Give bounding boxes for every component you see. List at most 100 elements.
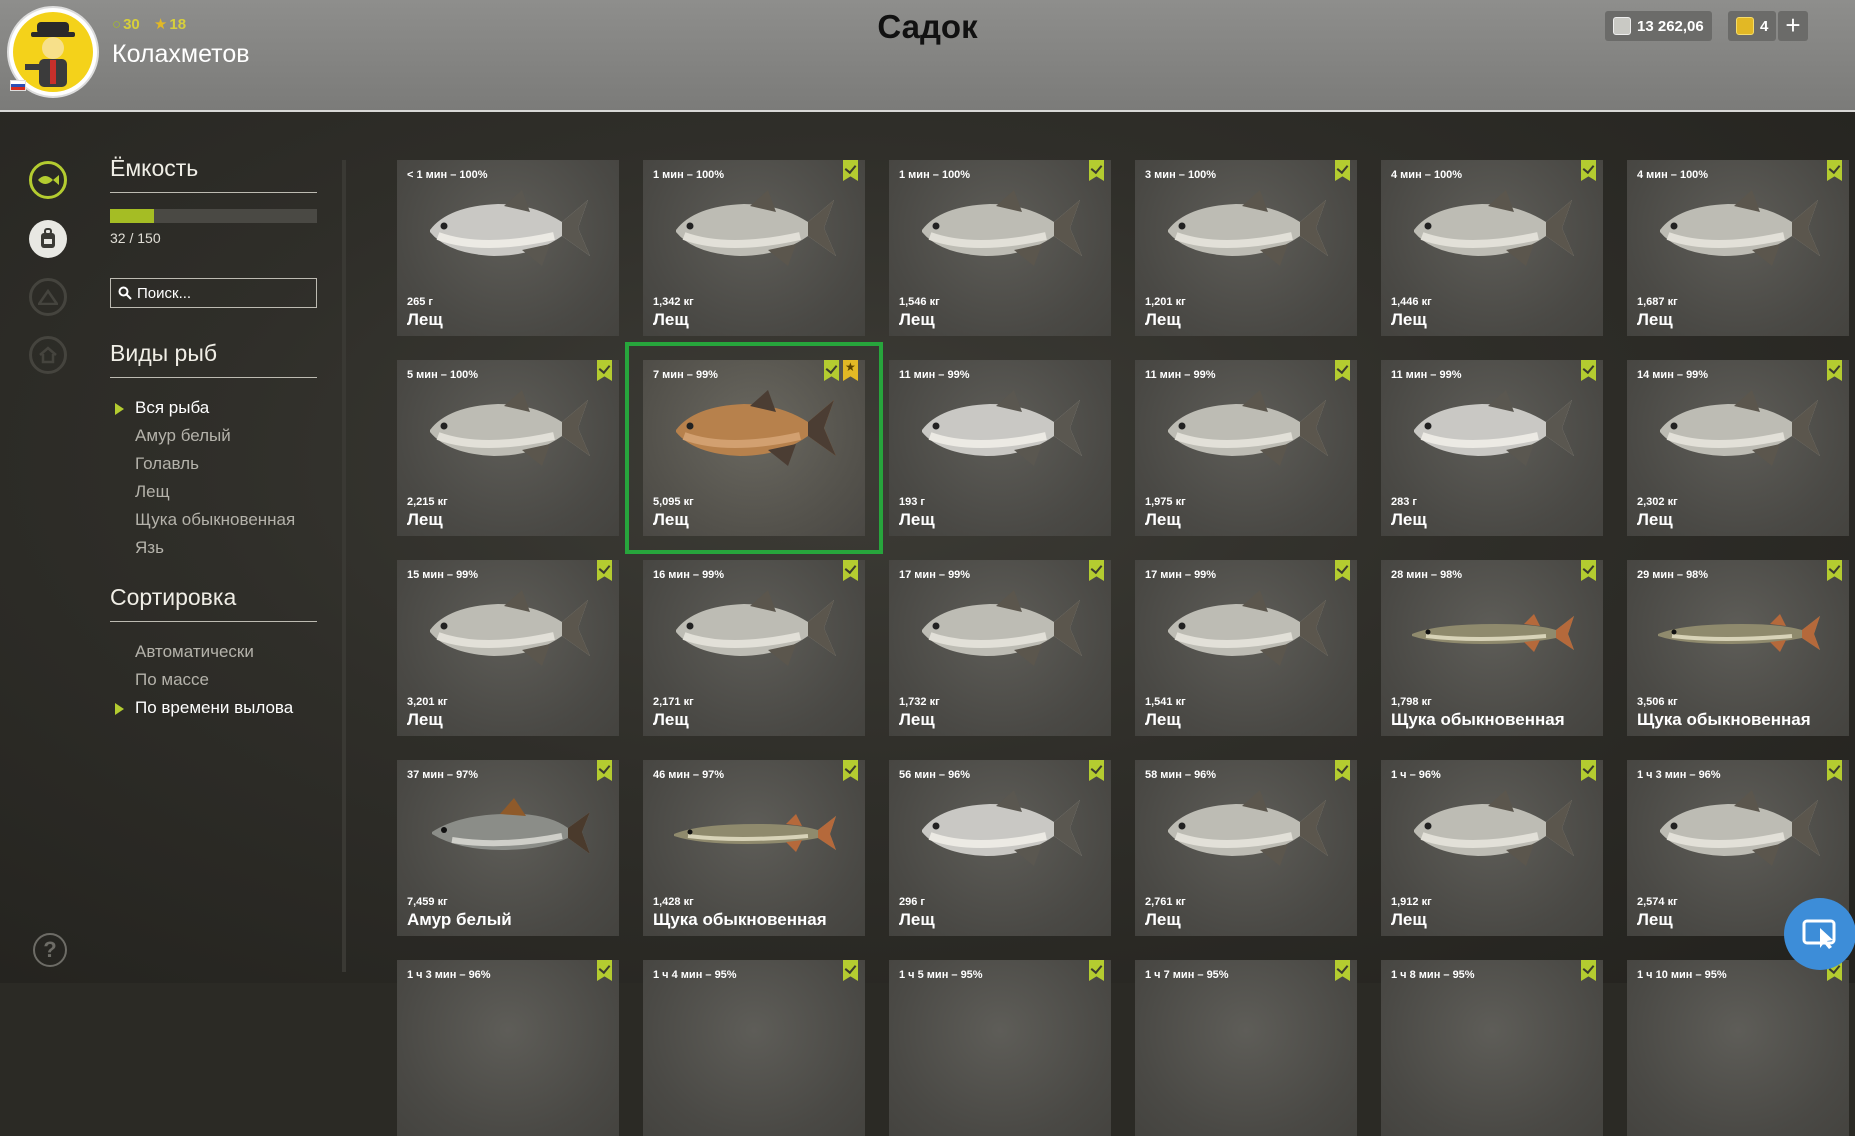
fish-card[interactable]: 5 мин – 100% 2,215 кг Лещ xyxy=(397,360,619,536)
fish-card[interactable]: 4 мин – 100% 1,446 кг Лещ xyxy=(1381,160,1603,336)
checked-bookmark-icon[interactable] xyxy=(1089,760,1104,781)
fish-card[interactable]: 56 мин – 96% 296 г Лещ xyxy=(889,760,1111,936)
fish-card[interactable]: 1 ч 5 мин – 95% xyxy=(889,960,1111,1136)
checked-bookmark-icon[interactable] xyxy=(1089,960,1104,981)
fish-card[interactable]: 29 мин – 98% 3,506 кг Щука обыкновенная xyxy=(1627,560,1849,736)
checked-bookmark-icon[interactable] xyxy=(843,560,858,581)
sort-option-item[interactable]: Автоматически xyxy=(110,638,317,666)
checked-bookmark-icon[interactable] xyxy=(597,360,612,381)
fish-name: Лещ xyxy=(1145,310,1181,329)
fish-card[interactable]: 1 мин – 100% 1,342 кг Лещ xyxy=(643,160,865,336)
checked-bookmark-icon[interactable] xyxy=(1335,560,1350,581)
fish-card[interactable]: < 1 мин – 100% 265 г Лещ xyxy=(397,160,619,336)
species-filter-item[interactable]: Лещ xyxy=(110,478,317,506)
fish-card[interactable]: 1 ч 10 мин – 95% xyxy=(1627,960,1849,1136)
species-filter-item[interactable]: Вся рыба xyxy=(110,394,317,422)
cursor-chat-icon xyxy=(1802,919,1836,949)
fish-weight: 1,546 кг xyxy=(899,296,940,308)
fish-card[interactable]: 1 мин – 100% 1,546 кг Лещ xyxy=(889,160,1111,336)
fish-card[interactable]: 11 мин – 99% 283 г Лещ xyxy=(1381,360,1603,536)
checked-bookmark-icon[interactable] xyxy=(843,760,858,781)
home-icon[interactable] xyxy=(29,336,67,374)
checked-bookmark-icon[interactable] xyxy=(1335,960,1350,981)
checked-bookmark-icon[interactable] xyxy=(1581,160,1596,181)
catch-time: 1 ч 5 мин – 95% xyxy=(899,969,983,981)
checked-bookmark-icon[interactable] xyxy=(1089,160,1104,181)
fish-card[interactable]: 15 мин – 99% 3,201 кг Лещ xyxy=(397,560,619,736)
fish-name: Лещ xyxy=(1391,510,1427,529)
species-filter-item[interactable]: Амур белый xyxy=(110,422,317,450)
fish-card[interactable]: 37 мин – 97% 7,459 кг Амур белый xyxy=(397,760,619,936)
checked-bookmark-icon[interactable] xyxy=(597,760,612,781)
fish-card[interactable]: 3 мин – 100% 1,201 кг Лещ xyxy=(1135,160,1357,336)
bream-image xyxy=(430,590,590,666)
checked-bookmark-icon[interactable] xyxy=(1581,360,1596,381)
fish-card[interactable]: 4 мин – 100% 1,687 кг Лещ xyxy=(1627,160,1849,336)
pike-image xyxy=(674,814,836,852)
fish-card[interactable]: 28 мин – 98% 1,798 кг Щука обыкновенная xyxy=(1381,560,1603,736)
fish-name: Лещ xyxy=(407,510,443,529)
catch-time: 11 мин – 99% xyxy=(899,369,970,381)
fish-card[interactable]: 11 мин – 99% 193 г Лещ xyxy=(889,360,1111,536)
fish-name: Лещ xyxy=(653,710,689,729)
sort-option-item[interactable]: По времени вылова xyxy=(110,694,317,722)
country-flag-icon xyxy=(10,80,26,91)
catch-time: 11 мин – 99% xyxy=(1391,369,1462,381)
fish-card[interactable]: 11 мин – 99% 1,975 кг Лещ xyxy=(1135,360,1357,536)
fish-card[interactable]: 14 мин – 99% 2,302 кг Лещ xyxy=(1627,360,1849,536)
gold-balance[interactable]: 4 xyxy=(1728,11,1777,41)
checked-bookmark-icon[interactable] xyxy=(1827,160,1842,181)
fish-name: Лещ xyxy=(1145,710,1181,729)
catch-time: 16 мин – 99% xyxy=(653,569,725,581)
species-filter-item[interactable]: Щука обыкновенная xyxy=(110,506,317,534)
top-bar: ○ 30 ★ 18 Колахметов Садок 13 262,06 4 + xyxy=(0,0,1855,112)
fish-card[interactable]: 17 мин – 99% 1,541 кг Лещ xyxy=(1135,560,1357,736)
fish-card[interactable]: 17 мин – 99% 1,732 кг Лещ xyxy=(889,560,1111,736)
fish-weight: 296 г xyxy=(899,896,925,908)
fish-card[interactable]: 16 мин – 99% 2,171 кг Лещ xyxy=(643,560,865,736)
fish-weight: 1,541 кг xyxy=(1145,696,1186,708)
checked-bookmark-icon[interactable] xyxy=(1335,760,1350,781)
bream-image xyxy=(1660,790,1820,866)
sort-option-item[interactable]: По массе xyxy=(110,666,317,694)
assistant-button[interactable] xyxy=(1784,898,1855,970)
backpack-icon[interactable] xyxy=(29,220,67,258)
checked-bookmark-icon[interactable] xyxy=(1827,560,1842,581)
checked-bookmark-icon[interactable] xyxy=(1581,560,1596,581)
checked-bookmark-icon[interactable] xyxy=(1581,960,1596,981)
sidebar-scrollbar[interactable] xyxy=(342,160,346,972)
bream-image xyxy=(1414,790,1574,866)
species-filter-item[interactable]: Голавль xyxy=(110,450,317,478)
catch-time: 58 мин – 96% xyxy=(1145,769,1217,781)
fish-card[interactable]: 1 ч 7 мин – 95% xyxy=(1135,960,1357,1136)
fish-keepnet-icon[interactable] xyxy=(29,161,67,199)
species-filter-item[interactable]: Язь xyxy=(110,534,317,562)
search-input[interactable]: Поиск... xyxy=(110,278,317,308)
checked-bookmark-icon[interactable] xyxy=(824,360,839,381)
fish-card[interactable]: 58 мин – 96% 2,761 кг Лещ xyxy=(1135,760,1357,936)
tent-icon[interactable] xyxy=(29,278,67,316)
checked-bookmark-icon[interactable] xyxy=(1335,360,1350,381)
fish-card[interactable]: 1 ч – 96% 1,912 кг Лещ xyxy=(1381,760,1603,936)
fish-card[interactable]: 1 ч 8 мин – 95% xyxy=(1381,960,1603,1136)
checked-bookmark-icon[interactable] xyxy=(843,960,858,981)
fish-card[interactable]: 1 ч 4 мин – 95% xyxy=(643,960,865,1136)
catch-time: 29 мин – 98% xyxy=(1637,569,1709,581)
bream-image xyxy=(676,390,836,466)
bream-image xyxy=(1414,190,1574,266)
silver-balance[interactable]: 13 262,06 xyxy=(1605,11,1712,41)
checked-bookmark-icon[interactable] xyxy=(1581,760,1596,781)
sort-heading: Сортировка xyxy=(110,584,317,622)
fish-card[interactable]: 1 ч 3 мин – 96% xyxy=(397,960,619,1136)
checked-bookmark-icon[interactable] xyxy=(1089,560,1104,581)
checked-bookmark-icon[interactable] xyxy=(597,960,612,981)
checked-bookmark-icon[interactable] xyxy=(1827,760,1842,781)
help-button[interactable]: ? xyxy=(33,933,67,967)
fish-card[interactable]: 46 мин – 97% 1,428 кг Щука обыкновенная xyxy=(643,760,865,936)
add-currency-button[interactable]: + xyxy=(1778,11,1808,41)
fish-card[interactable]: 7 мин – 99% 5,095 кг Лещ xyxy=(625,342,883,554)
checked-bookmark-icon[interactable] xyxy=(1335,160,1350,181)
checked-bookmark-icon[interactable] xyxy=(843,160,858,181)
checked-bookmark-icon[interactable] xyxy=(1827,360,1842,381)
checked-bookmark-icon[interactable] xyxy=(597,560,612,581)
